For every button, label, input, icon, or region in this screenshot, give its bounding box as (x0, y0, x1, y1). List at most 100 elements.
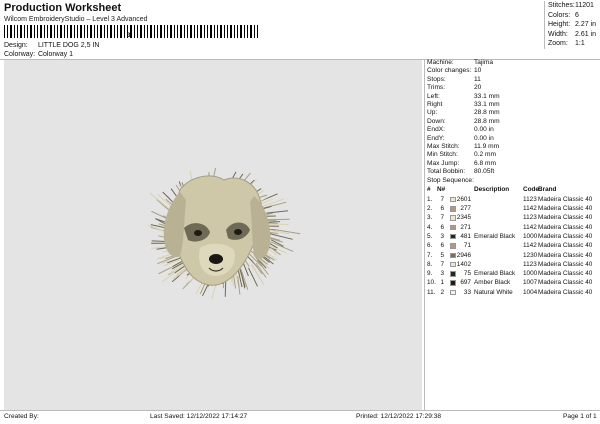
thread-code: 1230 (523, 251, 538, 259)
stat-label: Colors: (548, 11, 571, 19)
barcode-bar (37, 25, 38, 38)
barcode-bar (230, 25, 232, 38)
barcode-bar (180, 25, 182, 38)
info-row: Stops: 11 (425, 76, 600, 84)
color-swatch (450, 243, 456, 249)
info-label: Max Jump: (427, 159, 460, 167)
stitch-count: 1402 (456, 260, 471, 268)
needle-number: 6 (440, 205, 444, 213)
stat-label: Width: (548, 30, 568, 38)
thread-brand: Madeira Classic 40 (538, 251, 593, 259)
barcode-bar (134, 25, 135, 38)
info-label: Right (427, 100, 443, 108)
barcode-bar (24, 25, 25, 38)
needle-number: 3 (440, 270, 444, 278)
stitch-count: 277 (460, 205, 471, 213)
stat-label: Stitches: (548, 2, 575, 9)
color-swatch (450, 289, 456, 296)
barcode-bar (117, 25, 118, 38)
row-index: 5. (427, 232, 433, 240)
barcode-bar (257, 25, 258, 38)
needle-number: 7 (440, 195, 444, 203)
barcode-bar (187, 25, 188, 38)
info-value: 10 (474, 67, 482, 75)
barcode-bar (7, 25, 8, 38)
info-label: Color changes: (427, 67, 472, 75)
barcode-bar (244, 25, 245, 38)
barcode-bar (190, 25, 192, 38)
barcode-bar (104, 25, 105, 38)
info-row: Max Stitch: 11.9 mm (425, 143, 600, 151)
barcode-bar (144, 25, 145, 38)
row-index: 10. (427, 279, 436, 287)
thread-description: Natural White (474, 288, 513, 296)
info-value: 6.8 mm (474, 159, 496, 167)
barcode-bar (214, 25, 215, 38)
barcode-bar (164, 25, 165, 38)
stitch-count: 697 (460, 279, 471, 287)
colorway-label: Colorway: (4, 51, 36, 58)
stat-colors: Colors: 6 (545, 11, 600, 21)
footer-created-by: Created By: (4, 413, 39, 420)
info-value: 11.9 mm (474, 142, 500, 150)
info-value: 33.1 mm (474, 100, 500, 108)
stat-value: 2.27 in (575, 21, 597, 29)
info-label: Machine: (427, 59, 454, 66)
info-label: Down: (427, 117, 446, 125)
stat-label: Zoom: (548, 40, 568, 48)
info-row: Up: 28.8 mm (425, 109, 600, 117)
color-swatch (450, 261, 456, 268)
stat-width: Width: 2.61 in (545, 30, 600, 40)
barcode-bar (87, 25, 88, 38)
page-title: Production Worksheet (4, 2, 122, 14)
needle-number: 6 (440, 242, 444, 250)
barcode-bar (34, 25, 35, 38)
stat-value: 6 (575, 11, 579, 19)
thread-code: 1004 (523, 288, 538, 296)
barcode-bar (70, 25, 72, 38)
stitch-count: 71 (463, 242, 471, 250)
stat-value: 1:1 (575, 40, 585, 48)
barcode-bar (57, 25, 58, 38)
stop-sequence-header: # N# Description Code Brand (425, 185, 600, 194)
needle-number: 3 (440, 232, 444, 240)
stitch-count: 33 (463, 288, 471, 296)
barcode-bar (160, 25, 162, 38)
footer-printed: Printed: 12/12/2022 17:29:38 (356, 413, 442, 420)
row-index: 1. (427, 195, 433, 203)
needle-number: 6 (440, 223, 444, 231)
row-index: 2. (427, 205, 433, 213)
color-swatch (450, 252, 456, 259)
barcode-bar (210, 25, 212, 38)
thread-code: 1123 (523, 260, 537, 268)
table-row: 8. 7 1402 1123 Madeira Classic 40 (425, 260, 600, 269)
thread-brand: Madeira Classic 40 (538, 260, 593, 268)
stat-value: 11201 (575, 2, 594, 9)
barcode-bar (204, 25, 205, 38)
design-label: Design: (4, 42, 28, 49)
info-row: Left: 33.1 mm (425, 93, 600, 101)
color-swatch (450, 196, 456, 203)
stitch-count: 271 (460, 223, 471, 231)
needle-number: 1 (440, 279, 444, 287)
info-label: Trims: (427, 84, 446, 92)
info-value: 0.00 in (474, 126, 494, 134)
table-row: 9. 3 75 Emerald Black 1000 Madeira Classic 40 (425, 269, 600, 278)
footer-page-number: Page 1 of 1 (563, 413, 597, 420)
col-header-code: Code (523, 186, 539, 194)
barcode-bar (67, 25, 68, 38)
needle-number: 7 (440, 260, 444, 268)
barcode-bar (44, 25, 45, 38)
barcode-bar (197, 25, 198, 38)
barcode-bar (137, 25, 138, 38)
thread-brand: Madeira Classic 40 (538, 195, 593, 203)
barcode-bar (157, 25, 158, 38)
barcode-bar (114, 25, 115, 38)
eye-right (234, 229, 242, 235)
row-index: 6. (427, 242, 433, 250)
color-swatch (450, 271, 456, 277)
info-value: 20 (474, 84, 482, 92)
table-row: 10. 1 697 Amber Black 1007 Madeira Classic 40 (425, 278, 600, 287)
color-swatch (450, 233, 456, 240)
row-index: 8. (427, 260, 433, 268)
